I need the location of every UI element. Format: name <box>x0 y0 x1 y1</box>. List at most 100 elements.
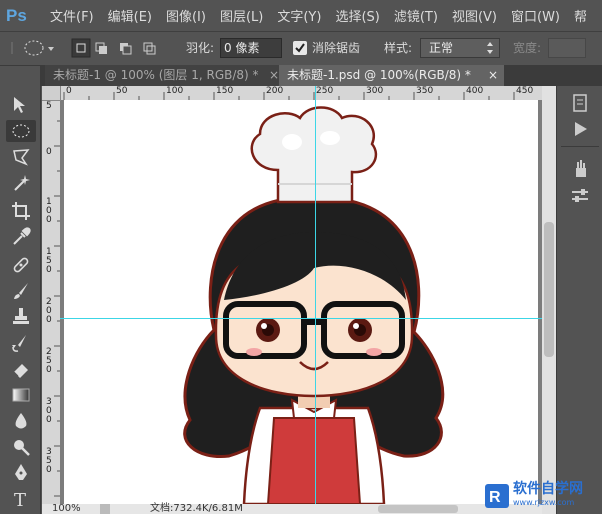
pen-tool-icon[interactable] <box>10 462 32 484</box>
tab-title: 未标题-1 @ 100% (图层 1, RGB/8) * <box>53 68 259 82</box>
dropdown-arrows-icon <box>487 42 493 54</box>
ruler-tick-label: 1 0 0 <box>46 197 52 225</box>
width-label: 宽度: <box>513 41 542 55</box>
ruler-tick-label: 350 <box>416 86 434 96</box>
watermark-logo-icon: R <box>485 484 509 508</box>
panel-dock <box>556 86 602 514</box>
healing-brush-tool-icon[interactable] <box>10 254 32 276</box>
gradient-tool-icon[interactable] <box>10 384 32 406</box>
menu-file[interactable]: 文件(F) <box>50 6 94 25</box>
tool-preset-picker[interactable] <box>8 38 64 58</box>
eyedropper-tool-icon[interactable] <box>10 226 32 248</box>
svg-text:T: T <box>14 490 26 510</box>
menu-type[interactable]: 文字(Y) <box>277 6 321 25</box>
clone-source-icon[interactable] <box>569 184 591 206</box>
doc-info-icon[interactable] <box>100 504 110 514</box>
svg-text:R: R <box>489 489 501 506</box>
antialias-checkbox[interactable] <box>293 41 307 55</box>
history-brush-tool-icon[interactable] <box>10 332 32 354</box>
document-size: 文档:732.4K/6.81M <box>150 503 243 514</box>
subtract-selection-icon <box>122 45 132 55</box>
elliptical-marquee-tool-icon[interactable] <box>10 120 32 142</box>
lasso-tool-icon[interactable] <box>10 146 32 168</box>
move-tool-icon[interactable] <box>10 94 32 116</box>
vertical-scrollbar[interactable] <box>542 86 556 514</box>
ruler-tick-label: 400 <box>466 86 484 96</box>
clone-stamp-tool-icon[interactable] <box>10 306 32 328</box>
main-menu: 文件(F) 编辑(E) 图像(I) 图层(L) 文字(Y) 选择(S) 滤镜(T… <box>50 6 601 25</box>
ruler-tick-label: 1 5 0 <box>46 247 52 275</box>
crop-tool-icon[interactable] <box>10 200 32 222</box>
tab-document-psd[interactable]: 未标题-1.psd @ 100%(RGB/8) * × <box>279 65 504 86</box>
chef-girl-illustration <box>183 106 445 504</box>
dodge-tool-icon[interactable] <box>10 436 32 458</box>
ruler-tick-label: 2 5 0 <box>46 347 52 375</box>
type-tool-icon[interactable]: T <box>10 488 32 510</box>
ruler-tick-label: 3 5 0 <box>46 447 52 475</box>
width-input[interactable] <box>548 38 586 58</box>
menu-bar: Ps 文件(F) 编辑(E) 图像(I) 图层(L) 文字(Y) 选择(S) 滤… <box>0 0 602 31</box>
vertical-ruler[interactable]: 5 0 1 0 0 1 5 0 2 0 0 2 5 0 3 0 0 3 5 0 <box>42 86 60 514</box>
ruler-tick-label: 300 <box>366 86 384 96</box>
style-select-value: 正常 <box>429 41 454 55</box>
eraser-tool-icon[interactable] <box>10 358 32 380</box>
tab-title: 未标题-1.psd @ 100%(RGB/8) * <box>287 68 471 82</box>
history-panel-icon[interactable] <box>569 92 591 114</box>
ruler-tick-label: 0 <box>66 86 72 96</box>
tab-document-layer1[interactable]: 未标题-1 @ 100% (图层 1, RGB/8) * × <box>45 65 285 86</box>
menu-window[interactable]: 窗口(W) <box>511 6 560 25</box>
selection-mode-group <box>70 38 170 58</box>
horizontal-ruler[interactable]: 0 50 100 150 200 250 300 350 400 450 <box>60 86 542 100</box>
ruler-tick-label: 250 <box>316 86 334 96</box>
ruler-tick-label: 100 <box>166 86 184 96</box>
ruler-tick-label: 150 <box>216 86 234 96</box>
brush-tool-icon[interactable] <box>10 280 32 302</box>
ruler-origin[interactable] <box>42 86 61 101</box>
actions-play-icon[interactable] <box>569 118 591 140</box>
ruler-tick-label: 50 <box>116 86 128 96</box>
panel-divider <box>561 146 599 147</box>
ruler-guide-marker <box>315 86 316 100</box>
ruler-tick-label: 2 0 0 <box>46 297 52 325</box>
magic-wand-tool-icon[interactable] <box>10 172 32 194</box>
horizontal-guide[interactable] <box>60 318 542 319</box>
ruler-tick-label: 3 0 0 <box>46 397 52 425</box>
menu-image[interactable]: 图像(I) <box>166 6 206 25</box>
ruler-tick-label: 0 <box>46 147 52 157</box>
close-icon[interactable]: × <box>269 65 279 86</box>
brush-presets-icon[interactable] <box>569 158 591 180</box>
site-watermark: R 软件自学网 www.rjzxw.com <box>484 478 602 514</box>
status-bar: 100% 文档:732.4K/6.81M <box>42 504 542 514</box>
menu-view[interactable]: 视图(V) <box>452 6 497 25</box>
document-canvas[interactable] <box>64 100 538 504</box>
checkmark-icon <box>295 43 305 53</box>
ruler-tick-label: 450 <box>516 86 534 96</box>
intersect-selection-icon <box>146 45 156 55</box>
menu-layer[interactable]: 图层(L) <box>220 6 263 25</box>
toolbox: T <box>0 86 41 514</box>
scrollbar-thumb[interactable] <box>544 222 554 357</box>
style-label: 样式: <box>384 41 413 55</box>
canvas-area[interactable] <box>60 100 542 504</box>
zoom-level[interactable]: 100% <box>52 504 81 514</box>
menu-select[interactable]: 选择(S) <box>335 6 379 25</box>
document-tabs: 未标题-1 @ 100% (图层 1, RGB/8) * × 未标题-1.psd… <box>40 65 602 86</box>
horizontal-scrollbar-thumb[interactable] <box>378 505 458 513</box>
watermark-title: 软件自学网 <box>513 481 583 497</box>
ruler-tick-label: 200 <box>266 86 284 96</box>
photoshop-logo: Ps <box>6 5 27 25</box>
blur-tool-icon[interactable] <box>10 410 32 432</box>
menu-edit[interactable]: 编辑(E) <box>108 6 152 25</box>
menu-filter[interactable]: 滤镜(T) <box>394 6 438 25</box>
antialias-label: 消除锯齿 <box>312 41 361 55</box>
menu-help[interactable]: 帮 <box>574 6 587 25</box>
close-icon[interactable]: × <box>488 65 498 86</box>
add-selection-icon <box>99 46 107 54</box>
feather-label: 羽化: <box>186 41 215 55</box>
elliptical-marquee-preset-icon <box>11 40 54 56</box>
feather-input[interactable]: 0 像素 <box>220 38 282 58</box>
options-bar: 羽化: 0 像素 消除锯齿 样式: 正常 宽度: <box>0 31 602 66</box>
style-select[interactable]: 正常 <box>420 38 500 58</box>
watermark-url: www.rjzxw.com <box>513 498 575 507</box>
vertical-guide[interactable] <box>315 100 316 504</box>
